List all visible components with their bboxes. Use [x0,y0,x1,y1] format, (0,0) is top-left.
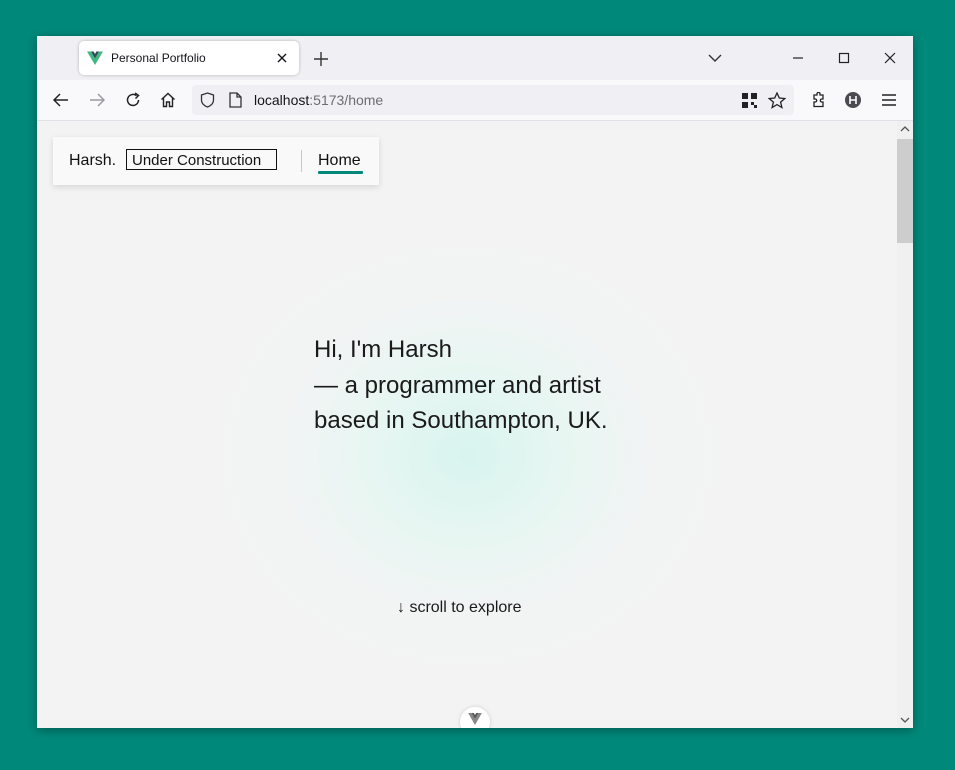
under-construction-badge: Under Construction [126,149,277,170]
minimize-button[interactable] [775,42,821,74]
vue-logo-icon [87,51,103,65]
page-icon[interactable] [226,91,244,109]
vue-logo-icon [468,713,482,725]
hamburger-menu-icon[interactable] [875,86,903,114]
back-arrow-icon[interactable] [47,86,75,114]
active-link-underline [318,171,363,174]
page-content: Harsh. Under Construction Home Hi, I'm H… [37,121,897,728]
address-bar[interactable]: localhost:5173/home [192,85,794,115]
scrollbar-thumb[interactable] [897,139,913,243]
scroll-down-arrow-icon[interactable] [897,712,913,728]
browser-toolbar: localhost:5173/home [37,80,913,121]
tab-strip: Personal Portfolio [37,36,913,80]
star-icon[interactable] [768,91,786,109]
url-path: :5173/home [309,92,384,108]
close-tab-icon[interactable] [271,47,293,69]
new-tab-button[interactable] [309,47,333,71]
nav-divider [301,150,302,172]
vertical-scrollbar[interactable] [897,121,913,728]
site-navbar: Harsh. Under Construction Home [53,137,379,185]
browser-window: Personal Portfolio localhost:5173/home H… [37,36,913,728]
account-avatar-icon[interactable] [839,86,867,114]
maximize-button[interactable] [821,42,867,74]
forward-arrow-icon[interactable] [83,86,111,114]
home-icon[interactable] [154,86,182,114]
tab-personal-portfolio[interactable]: Personal Portfolio [79,41,299,75]
shield-icon[interactable] [198,91,216,109]
nav-link-home[interactable]: Home [318,152,361,170]
url-host: localhost [254,92,310,108]
reload-icon[interactable] [119,86,147,114]
chevron-down-icon[interactable] [703,46,727,70]
close-window-button[interactable] [867,42,913,74]
url-text: localhost:5173/home [254,92,383,108]
vue-devtools-button[interactable] [460,707,490,728]
site-brand[interactable]: Harsh. [69,152,116,170]
scroll-hint: ↓ scroll to explore [397,599,522,616]
tab-title: Personal Portfolio [111,51,206,65]
hero-line-1: Hi, I'm Harsh [314,336,452,363]
hero-line-2: — a programmer and artist [314,371,601,399]
hero-line-3: based in Southampton, UK. [314,407,608,434]
extensions-icon[interactable] [804,86,832,114]
hero-intro: Hi, I'm Harsh — a programmer and artist … [314,332,608,439]
qr-code-icon[interactable] [740,91,758,109]
scroll-up-arrow-icon[interactable] [897,121,913,137]
